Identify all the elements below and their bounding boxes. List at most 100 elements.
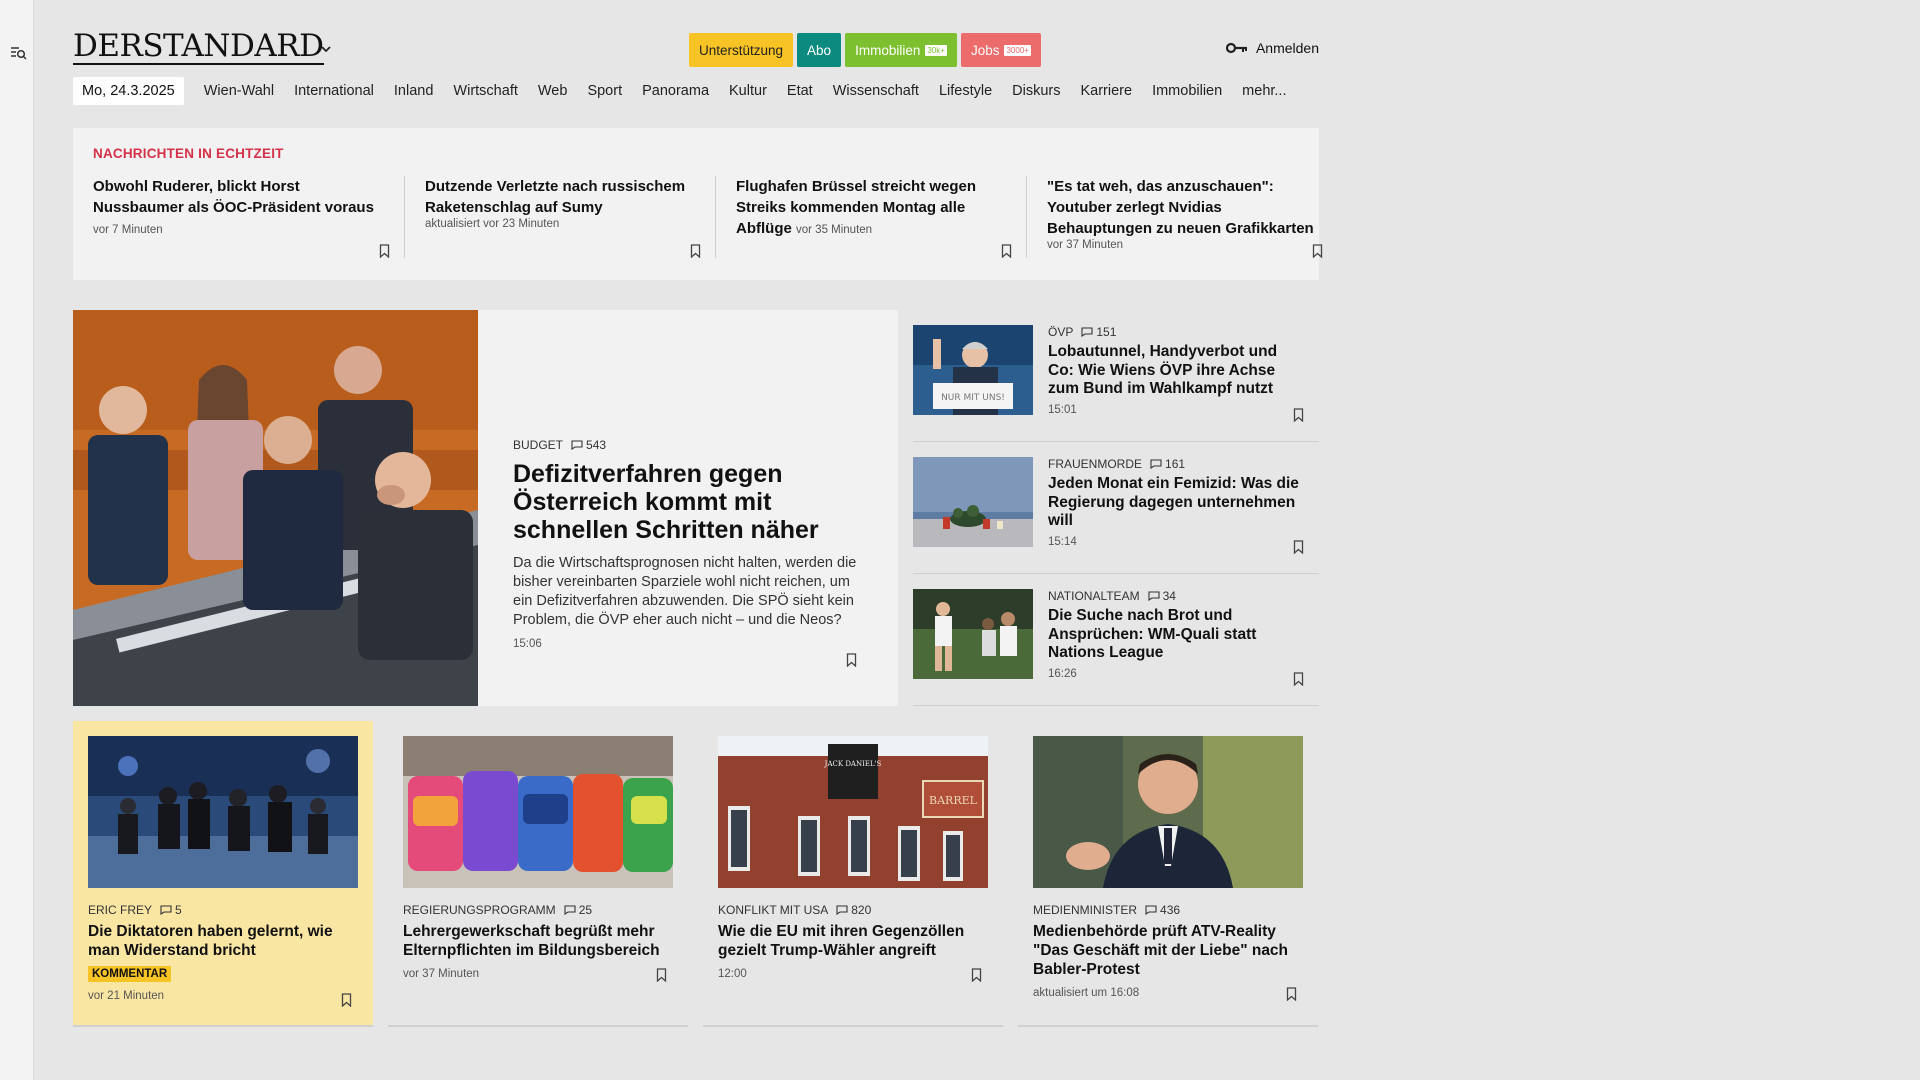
nav-item-wirtschaft[interactable]: Wirtschaft: [453, 83, 517, 99]
comment-count[interactable]: 436: [1145, 903, 1180, 917]
nav-item-web[interactable]: Web: [538, 83, 568, 99]
hero-section[interactable]: BUDGET: [513, 438, 563, 452]
hero-article[interactable]: BUDGET 543 Defizitverfahren gegen Österr…: [73, 310, 898, 706]
article-card[interactable]: MEDIENMINISTER 436 Medienbehörde prüft A…: [1018, 721, 1318, 1027]
card-section[interactable]: KONFLIKT MIT USA: [718, 903, 828, 917]
side-time: 15:14: [1048, 535, 1077, 548]
nav-item-international[interactable]: International: [294, 83, 374, 99]
left-rail: [0, 0, 34, 1080]
nav-item-etat[interactable]: Etat: [787, 83, 813, 99]
bookmark-icon[interactable]: [971, 968, 982, 982]
nav-item-kultur[interactable]: Kultur: [729, 83, 767, 99]
article-thumbnail[interactable]: [913, 589, 1033, 679]
nav-item-diskurs[interactable]: Diskurs: [1012, 83, 1060, 99]
list-item[interactable]: NATIONALTEAM 34 Die Suche nach Brot und …: [913, 574, 1319, 706]
article-image[interactable]: [403, 736, 673, 888]
comment-count[interactable]: 820: [836, 903, 871, 917]
bookmark-icon[interactable]: [690, 244, 701, 258]
realtime-item[interactable]: Obwohl Ruderer, blickt Horst Nussbaumer …: [93, 176, 404, 258]
side-section[interactable]: NATIONALTEAM: [1048, 589, 1140, 603]
hero-image[interactable]: [73, 310, 478, 706]
side-title[interactable]: Die Suche nach Brot und Ansprüchen: WM-Q…: [1048, 607, 1304, 663]
immobilien-label: Immobilien: [855, 42, 921, 58]
bookmark-icon[interactable]: [1293, 672, 1304, 686]
bookmark-icon[interactable]: [1286, 987, 1297, 1001]
bookmark-icon[interactable]: [1312, 244, 1323, 258]
realtime-item[interactable]: Flughafen Brüssel streicht wegen Streiks…: [715, 176, 1026, 258]
side-articles: NUR MIT UNS! ÖVP 151 Lobautunnel, Handyv…: [913, 310, 1319, 706]
nav-item-wien-wahl[interactable]: Wien-Wahl: [204, 83, 274, 99]
jobs-button[interactable]: Jobs 3000+: [960, 33, 1041, 67]
comment-count[interactable]: 34: [1148, 589, 1176, 603]
nav-item-sport[interactable]: Sport: [587, 83, 622, 99]
comment-count-value: 543: [586, 438, 607, 452]
side-section[interactable]: FRAUENMORDE: [1048, 457, 1142, 471]
side-title[interactable]: Jeden Monat ein Femizid: Was die Regieru…: [1048, 475, 1304, 531]
article-card[interactable]: JACK DANIEL'S BARREL KONFLIKT MIT USA 82…: [703, 721, 1003, 1027]
bookmark-icon[interactable]: [1293, 540, 1304, 554]
article-thumbnail[interactable]: [913, 457, 1033, 547]
abo-button[interactable]: Abo: [797, 33, 842, 67]
nav-item-karriere[interactable]: Karriere: [1080, 83, 1132, 99]
card-time: vor 21 Minuten: [88, 990, 165, 1002]
realtime-item-title[interactable]: Obwohl Ruderer, blickt Horst Nussbaumer …: [93, 178, 374, 216]
article-card[interactable]: ERIC FREY 5 Die Diktatoren haben gelernt…: [73, 721, 373, 1027]
nav-item-inland[interactable]: Inland: [394, 83, 434, 99]
main-nav: Mo, 24.3.2025 Wien-Wahl International In…: [73, 76, 1319, 106]
card-title[interactable]: Wie die EU mit ihren Gegenzöllen gezielt…: [718, 922, 993, 960]
abo-label: Abo: [807, 42, 832, 58]
list-item[interactable]: FRAUENMORDE 161 Jeden Monat ein Femizid:…: [913, 442, 1319, 574]
realtime-item[interactable]: Dutzende Verletzte nach russischem Raket…: [404, 176, 715, 258]
card-time: aktualisiert um 16:08: [1033, 987, 1140, 999]
bookmark-icon[interactable]: [1293, 408, 1304, 422]
article-cards: ERIC FREY 5 Die Diktatoren haben gelernt…: [73, 721, 1319, 1027]
nav-item-immobilien[interactable]: Immobilien: [1152, 83, 1222, 99]
kommentar-tag: KOMMENTAR: [88, 966, 172, 982]
realtime-item-title[interactable]: "Es tat weh, das anzuschauen": Youtuber …: [1047, 178, 1314, 237]
login-button[interactable]: Anmelden: [1225, 40, 1319, 56]
card-time: 12:00: [718, 968, 747, 980]
list-item[interactable]: NUR MIT UNS! ÖVP 151 Lobautunnel, Handyv…: [913, 310, 1319, 442]
realtime-item-title[interactable]: Dutzende Verletzte nach russischem Raket…: [425, 178, 685, 216]
comment-count[interactable]: 5: [160, 903, 182, 917]
side-title[interactable]: Lobautunnel, Handyverbot und Co: Wie Wie…: [1048, 343, 1304, 399]
side-section[interactable]: ÖVP: [1048, 325, 1073, 339]
bookmark-icon[interactable]: [846, 653, 857, 667]
article-image[interactable]: [88, 736, 358, 888]
article-image[interactable]: [1033, 736, 1303, 888]
site-logo[interactable]: DERSTANDARD: [73, 30, 324, 65]
article-image[interactable]: JACK DANIEL'S BARREL: [718, 736, 988, 888]
bookmark-icon[interactable]: [341, 993, 352, 1007]
comment-icon: [564, 905, 576, 915]
comment-count[interactable]: 151: [1081, 325, 1116, 339]
card-title[interactable]: Medienbehörde prüft ATV-Reality "Das Ges…: [1033, 922, 1308, 979]
card-title[interactable]: Die Diktatoren haben gelernt, wie man Wi…: [88, 922, 363, 960]
search-menu-icon[interactable]: [10, 44, 28, 62]
bookmark-icon[interactable]: [656, 968, 667, 982]
card-title[interactable]: Lehrergewerkschaft begrüßt mehr Elternpf…: [403, 922, 678, 960]
comment-count-value: 151: [1096, 325, 1117, 339]
side-kicker: NATIONALTEAM 34: [1048, 589, 1304, 603]
bookmark-icon[interactable]: [1001, 244, 1012, 258]
card-section[interactable]: REGIERUNGSPROGRAMM: [403, 903, 556, 917]
hero-title[interactable]: Defizitverfahren gegen Österreich kommt …: [513, 460, 863, 544]
nav-item-more[interactable]: mehr...: [1242, 83, 1286, 99]
card-section[interactable]: MEDIENMINISTER: [1033, 903, 1137, 917]
comment-count[interactable]: 543: [571, 438, 606, 452]
realtime-item-time: vor 37 Minuten: [1047, 239, 1124, 251]
comment-count[interactable]: 161: [1150, 457, 1185, 471]
immobilien-button[interactable]: Immobilien 30k+: [845, 33, 957, 67]
jobs-label: Jobs: [970, 42, 1000, 58]
realtime-item[interactable]: "Es tat weh, das anzuschauen": Youtuber …: [1026, 176, 1337, 258]
article-card[interactable]: REGIERUNGSPROGRAMM 25 Lehrergewerkschaft…: [388, 721, 688, 1027]
chevron-down-icon[interactable]: [319, 42, 333, 56]
nav-item-panorama[interactable]: Panorama: [642, 83, 709, 99]
bookmark-icon[interactable]: [379, 244, 390, 258]
comment-count-value: 25: [578, 903, 593, 917]
support-button[interactable]: Unterstützung: [689, 33, 794, 67]
nav-item-wissenschaft[interactable]: Wissenschaft: [833, 83, 919, 99]
comment-count[interactable]: 25: [564, 903, 592, 917]
article-thumbnail[interactable]: NUR MIT UNS!: [913, 325, 1033, 415]
nav-item-lifestyle[interactable]: Lifestyle: [939, 83, 992, 99]
card-author[interactable]: ERIC FREY: [88, 903, 152, 917]
